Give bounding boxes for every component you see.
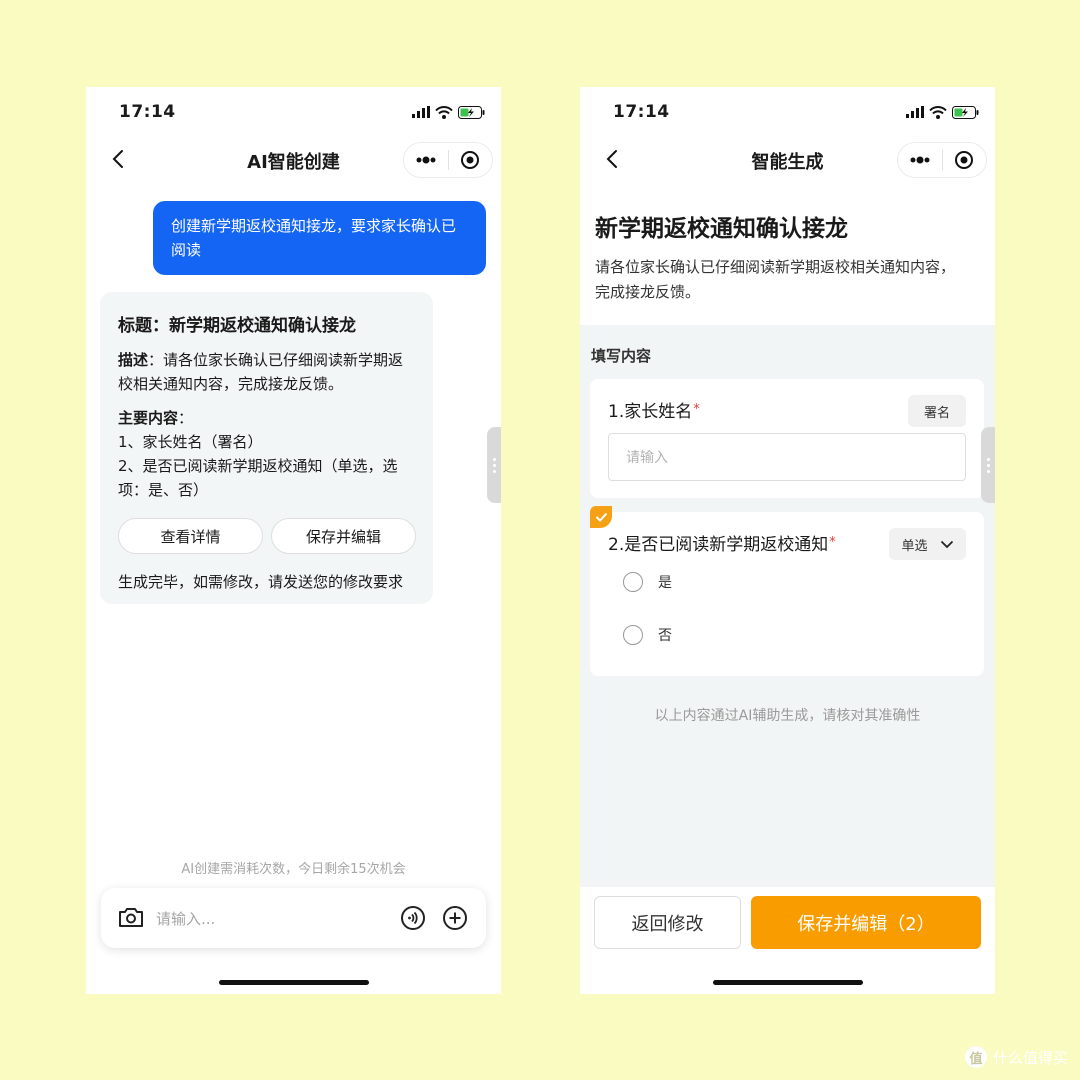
check-icon [595, 512, 607, 522]
chat-input-bar: 请输入... [101, 888, 486, 948]
left-phone-screen: 17:14 AI智能创建 创建新学期返校通知接龙，要求家长确认已阅读 标题：新学… [86, 87, 501, 994]
plus-icon[interactable] [442, 905, 468, 931]
signal-icon [412, 106, 430, 118]
camera-icon[interactable] [118, 906, 144, 928]
radio-circle [623, 625, 643, 645]
more-button[interactable] [898, 143, 942, 177]
target-icon [955, 151, 974, 169]
desc-text: ：请各位家长确认已仔细阅读新学期返校相关通知内容，完成接龙反馈。 [118, 351, 404, 393]
ai-response-card: 标题：新学期返校通知确认接龙 描述：请各位家长确认已仔细阅读新学期返校相关通知内… [100, 292, 433, 604]
watermark-text: 什么值得买 [992, 1048, 1068, 1067]
form-content-area: 填写内容 1.家长姓名* 署名 请输入 2.是否已阅读新学期返校通知* 单选 是 [580, 325, 995, 887]
home-indicator [218, 980, 369, 985]
name-input[interactable]: 请输入 [608, 433, 966, 481]
main-item-2: 2、是否已阅读新学期返校通知（单选，选项：是、否） [118, 457, 398, 499]
form-title: 新学期返校通知确认接龙 [595, 216, 848, 242]
form-description: 请各位家长确认已仔细阅读新学期返校相关通知内容，完成接龙反馈。 [595, 258, 956, 301]
bottom-action-bar: 返回修改 保存并编辑（2） [580, 887, 995, 994]
radio-label: 是 [658, 575, 672, 591]
watermark-logo: 值 [964, 1046, 987, 1068]
question-card-1: 1.家长姓名* 署名 请输入 [590, 379, 984, 498]
status-bar: 17:14 [580, 87, 995, 137]
main-label: 主要内容 [118, 409, 179, 427]
right-phone-screen: 17:14 智能生成 新学期返校通知确认接龙 请各位家长确认已仔细阅读新学期返校… [580, 87, 995, 994]
more-icon [416, 156, 436, 164]
back-to-edit-button[interactable]: 返回修改 [594, 896, 741, 949]
main-item-1: 1、家长姓名（署名） [118, 433, 263, 451]
mini-program-capsule [897, 142, 987, 178]
ai-card-main-content: 主要内容： 1、家长姓名（署名） 2、是否已阅读新学期返校通知（单选，选项：是、… [118, 406, 418, 502]
question-1-label: 1.家长姓名* [608, 402, 700, 422]
nav-bar: AI智能创建 [86, 137, 501, 183]
quota-notice: AI创建需消耗次数，今日剩余15次机会 [181, 862, 406, 877]
main-colon: ： [178, 409, 194, 427]
chevron-down-icon [940, 540, 953, 548]
save-and-edit-button[interactable]: 保存并编辑（2） [751, 896, 981, 949]
ai-card-description: 描述：请各位家长确认已仔细阅读新学期返校相关通知内容，完成接龙反馈。 [118, 348, 418, 396]
radio-option-no[interactable]: 否 [623, 625, 672, 645]
radio-option-yes[interactable]: 是 [623, 572, 672, 592]
watermark: 值 什么值得买 [964, 1046, 1068, 1068]
status-bar: 17:14 [86, 87, 501, 137]
nav-bar: 智能生成 [580, 137, 995, 183]
question-2-label: 2.是否已阅读新学期返校通知* [608, 535, 836, 555]
side-drawer-handle[interactable] [487, 427, 501, 503]
mini-program-capsule [403, 142, 493, 178]
save-and-edit-button[interactable]: 保存并编辑 [271, 518, 416, 554]
required-mark: * [693, 402, 700, 417]
status-icons [412, 104, 485, 120]
desc-label: 描述 [118, 351, 149, 369]
status-icons [906, 104, 979, 120]
status-time: 17:14 [613, 102, 670, 122]
view-details-button[interactable]: 查看详情 [118, 518, 263, 554]
wifi-icon [435, 105, 453, 119]
signature-tag[interactable]: 署名 [908, 395, 966, 427]
close-button[interactable] [448, 143, 492, 177]
side-drawer-handle[interactable] [981, 427, 995, 503]
battery-icon [458, 105, 485, 119]
required-mark: * [829, 535, 836, 550]
home-indicator [712, 980, 863, 985]
radio-label: 否 [658, 628, 672, 644]
section-label: 填写内容 [591, 347, 652, 365]
chat-input[interactable]: 请输入... [156, 908, 215, 929]
status-time: 17:14 [119, 102, 176, 122]
ai-card-title: 标题：新学期返校通知确认接龙 [118, 316, 356, 336]
question-type-label: 单选 [901, 538, 928, 554]
ai-card-note: 生成完毕，如需修改，请发送您的修改要求 [118, 573, 404, 591]
signal-icon [906, 106, 924, 118]
question-type-dropdown[interactable]: 单选 [889, 528, 966, 560]
user-message-bubble: 创建新学期返校通知接龙，要求家长确认已阅读 [153, 201, 486, 275]
battery-icon [952, 105, 979, 119]
radio-circle [623, 572, 643, 592]
wifi-icon [929, 105, 947, 119]
close-button[interactable] [942, 143, 986, 177]
ai-disclaimer: 以上内容通过AI辅助生成，请核对其准确性 [654, 708, 921, 724]
voice-icon[interactable] [400, 905, 426, 931]
more-button[interactable] [404, 143, 448, 177]
question-card-2: 2.是否已阅读新学期返校通知* 单选 是 否 [590, 512, 984, 676]
more-icon [910, 156, 930, 164]
target-icon [461, 151, 480, 169]
